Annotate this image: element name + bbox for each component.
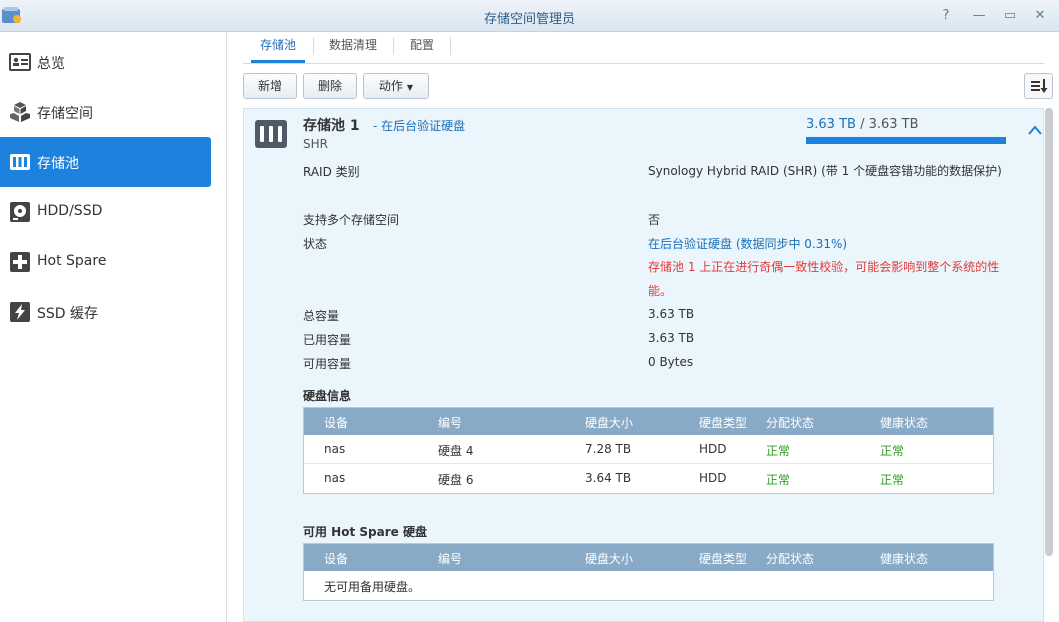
pool-name: 存储池 1 <box>303 118 360 134</box>
cell-device: nas <box>324 442 346 456</box>
cell-disk-id: 硬盘 6 <box>438 473 474 487</box>
title-bar: 存储空间管理员 ? — ▭ ✕ <box>0 0 1059 32</box>
disk-info-table: 设备 编号 硬盘大小 硬盘类型 分配状态 健康状态 nas 硬盘 4 7.28 … <box>303 407 994 494</box>
hot-spare-table: 设备 编号 硬盘大小 硬盘类型 分配状态 健康状态 无可用备用硬盘。 <box>303 543 994 601</box>
sidebar-item-label: HDD/SSD <box>37 203 103 219</box>
pool-status-text: 在后台验证硬盘 <box>381 119 466 133</box>
cell-allocation-status: 正常 <box>766 473 791 487</box>
multi-volume-value: 否 <box>648 213 661 227</box>
pool-type: SHR <box>303 137 328 151</box>
sidebar-item-label: 总览 <box>37 56 65 72</box>
capacity-total: 3.63 TB <box>868 117 919 132</box>
cell-health-status: 正常 <box>880 473 905 487</box>
tab-divider <box>450 37 451 55</box>
capacity-summary: 3.63 TB / 3.63 TB <box>806 117 919 132</box>
sidebar-item-hot-spare[interactable]: Hot Spare <box>0 237 211 287</box>
sidebar-item-label: 存储池 <box>37 156 79 172</box>
delete-button[interactable]: 删除 <box>303 73 357 99</box>
status-value: 在后台验证硬盘 (数据同步中 0.31%) <box>648 237 848 251</box>
maximize-button[interactable]: ▭ <box>1001 7 1019 25</box>
column-header[interactable]: 硬盘大小 <box>585 414 633 431</box>
hot-spare-title: 可用 Hot Spare 硬盘 <box>303 525 427 539</box>
total-capacity-value: 3.63 TB <box>648 307 695 321</box>
raid-type-value: Synology Hybrid RAID (SHR) (带 1 个硬盘容错功能的… <box>648 164 1002 178</box>
sidebar: 总览 存储空间 存储池 HDD/SSD Hot Spare SSD 缓存 <box>0 32 227 622</box>
sort-icon <box>1031 79 1048 93</box>
minimize-button[interactable]: — <box>970 7 988 25</box>
storage-pool-icon <box>255 120 287 148</box>
cell-disk-size: 7.28 TB <box>585 442 632 456</box>
action-dropdown-button[interactable]: 动作 ▼ <box>363 73 429 99</box>
overview-icon <box>9 53 31 71</box>
total-capacity-label: 总容量 <box>303 309 340 323</box>
sidebar-item-label: Hot Spare <box>37 253 107 269</box>
scrollbar[interactable] <box>1045 108 1053 556</box>
table-header: 设备 编号 硬盘大小 硬盘类型 分配状态 健康状态 <box>304 544 993 571</box>
action-button-label: 动作 <box>378 79 403 93</box>
sidebar-item-overview[interactable]: 总览 <box>0 37 211 87</box>
column-header[interactable]: 硬盘类型 <box>699 550 747 567</box>
sidebar-item-storage-pool[interactable]: 存储池 <box>0 137 211 187</box>
column-header[interactable]: 设备 <box>324 550 348 567</box>
table-row[interactable]: nas 硬盘 6 3.64 TB HDD 正常 正常 <box>304 464 993 493</box>
storage-pool-icon <box>10 154 30 170</box>
column-header[interactable]: 编号 <box>438 414 462 431</box>
column-header[interactable]: 硬盘类型 <box>699 414 747 431</box>
ssd-cache-icon <box>10 302 30 322</box>
column-header[interactable]: 健康状态 <box>880 550 928 567</box>
capacity-usage-bar <box>806 137 1006 144</box>
sidebar-item-hdd-ssd[interactable]: HDD/SSD <box>0 187 211 237</box>
tab-settings[interactable]: 配置 <box>403 32 441 63</box>
column-header[interactable]: 分配状态 <box>766 550 814 567</box>
pool-title-separator: - <box>373 119 382 133</box>
empty-row: 无可用备用硬盘。 <box>304 571 993 600</box>
sidebar-item-label: 存储空间 <box>37 106 93 122</box>
sidebar-item-volume[interactable]: 存储空间 <box>0 87 211 137</box>
chevron-down-icon: ▼ <box>406 83 414 92</box>
hot-spare-icon <box>10 252 30 272</box>
used-capacity-value: 3.63 TB <box>648 331 695 345</box>
cell-disk-type: HDD <box>699 471 727 485</box>
cell-health-status: 正常 <box>880 444 905 458</box>
free-capacity-value: 0 Bytes <box>648 355 694 369</box>
raid-type-label: RAID 类别 <box>303 165 360 179</box>
disk-icon <box>10 202 30 222</box>
column-header[interactable]: 硬盘大小 <box>585 550 633 567</box>
disk-info-title: 硬盘信息 <box>303 389 352 403</box>
volume-icon <box>10 102 30 122</box>
help-button[interactable]: ? <box>937 7 955 25</box>
tab-divider <box>393 37 394 55</box>
table-row[interactable]: nas 硬盘 4 7.28 TB HDD 正常 正常 <box>304 435 993 464</box>
column-header[interactable]: 健康状态 <box>880 414 928 431</box>
status-label: 状态 <box>303 237 328 251</box>
column-header[interactable]: 分配状态 <box>766 414 814 431</box>
sidebar-item-ssd-cache[interactable]: SSD 缓存 <box>0 287 211 337</box>
status-warning: 存储池 1 上正在进行奇偶一致性校验，可能会影响到整个系统的性能。 <box>648 260 1000 298</box>
cell-disk-type: HDD <box>699 442 727 456</box>
capacity-separator: / <box>855 117 869 132</box>
column-header[interactable]: 编号 <box>438 550 462 567</box>
multi-volume-label: 支持多个存储空间 <box>303 213 400 227</box>
cell-allocation-status: 正常 <box>766 444 791 458</box>
tab-bar: 存储池 数据清理 配置 <box>243 32 1044 64</box>
empty-message: 无可用备用硬盘。 <box>324 580 421 594</box>
collapse-chevron-up-icon[interactable] <box>1027 124 1043 136</box>
cell-disk-size: 3.64 TB <box>585 471 632 485</box>
close-button[interactable]: ✕ <box>1031 7 1049 25</box>
sidebar-item-label: SSD 缓存 <box>37 306 99 322</box>
window-title: 存储空间管理员 <box>483 12 575 27</box>
free-capacity-label: 可用容量 <box>303 357 352 371</box>
tab-storage-pool[interactable]: 存储池 <box>251 32 305 63</box>
column-header[interactable]: 设备 <box>324 414 348 431</box>
sort-button[interactable] <box>1024 73 1053 99</box>
pool-status-link[interactable]: - 在后台验证硬盘 <box>373 117 465 134</box>
create-button[interactable]: 新增 <box>243 73 297 99</box>
table-header: 设备 编号 硬盘大小 硬盘类型 分配状态 健康状态 <box>304 408 993 435</box>
capacity-used: 3.63 TB <box>806 117 856 132</box>
tab-data-scrubbing[interactable]: 数据清理 <box>323 32 383 63</box>
used-capacity-label: 已用容量 <box>303 333 352 347</box>
cell-device: nas <box>324 471 346 485</box>
cell-disk-id: 硬盘 4 <box>438 444 474 458</box>
tab-divider <box>313 37 314 55</box>
